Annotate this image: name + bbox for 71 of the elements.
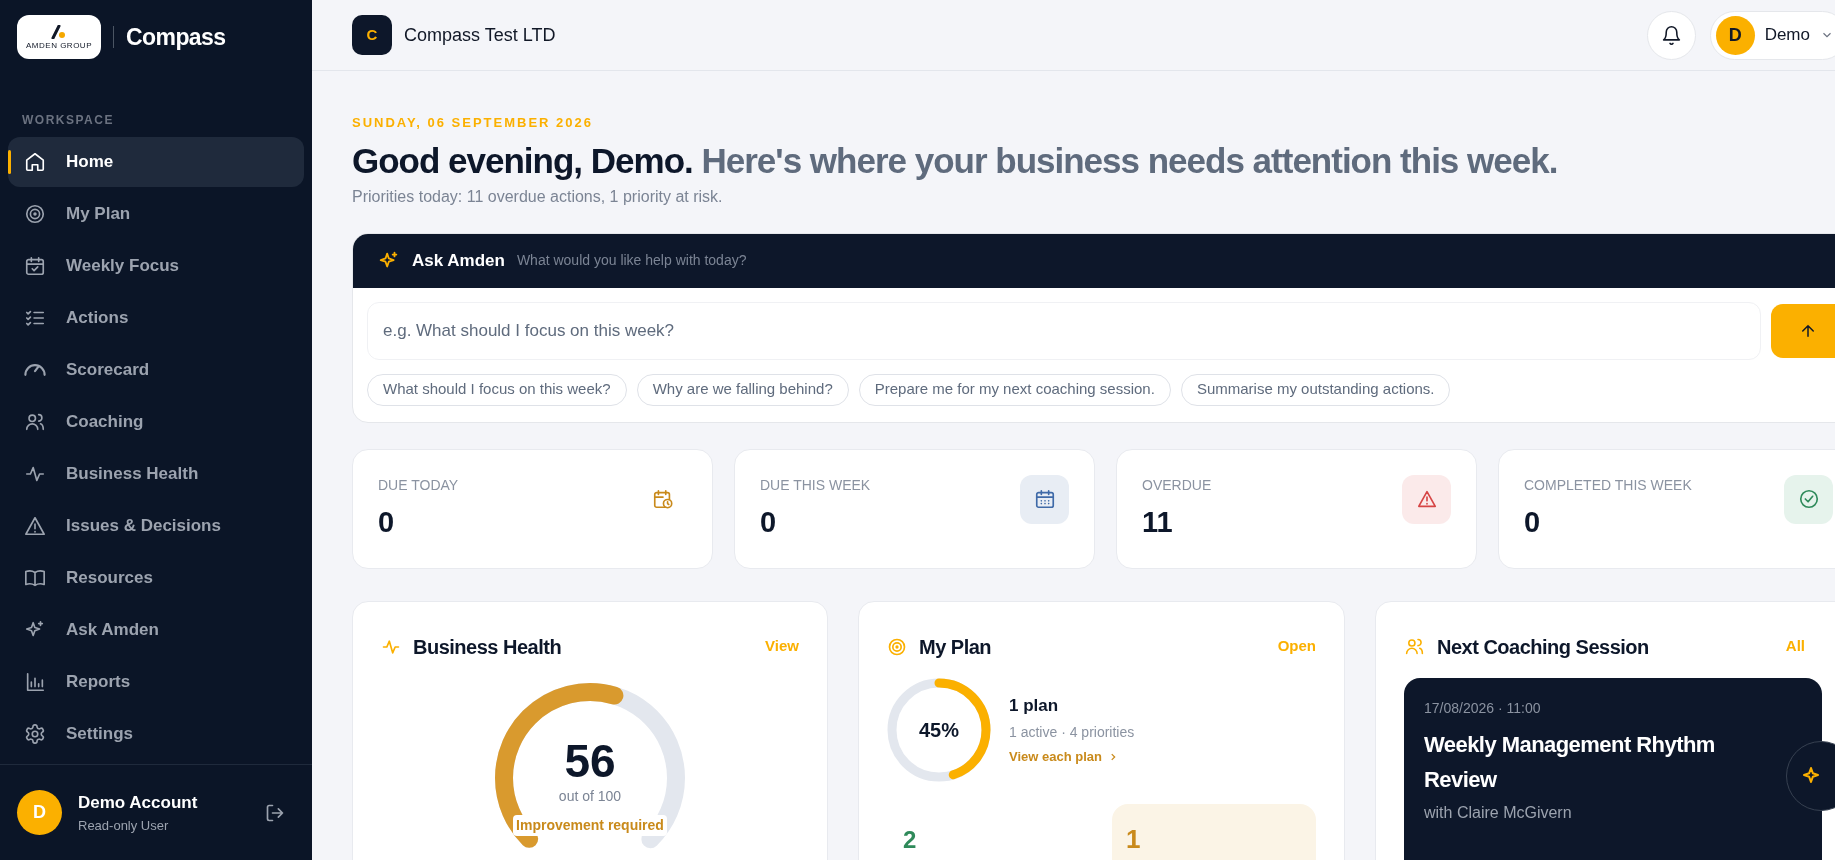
session-title: Weekly Management Rhythm Review: [1424, 730, 1716, 794]
nav-item[interactable]: Issues & Decisions: [8, 501, 304, 551]
stat-label: DUE TODAY: [378, 475, 459, 495]
card-title: Business Health: [413, 634, 562, 660]
user-name: Demo Account: [78, 792, 198, 814]
nav-item[interactable]: My Plan: [8, 189, 304, 239]
calendar-icon: [1033, 488, 1056, 510]
nav-item[interactable]: Scorecard: [8, 345, 304, 395]
score-caption: out of 100: [558, 786, 622, 806]
section-label: WORKSPACE: [21, 112, 115, 129]
nav-item[interactable]: Actions: [8, 293, 304, 343]
priorities-summary: Priorities today: 11 overdue actions, 1 priority at risk.: [352, 186, 724, 207]
users-icon: [1404, 636, 1425, 657]
home-icon: [24, 151, 46, 173]
book-icon: [24, 567, 46, 589]
bell-icon: [1660, 24, 1682, 46]
card-title: Next Coaching Session: [1437, 634, 1649, 660]
user-role: Read-only User: [78, 816, 170, 835]
session-card[interactable]: 17/08/2026 · 11:00 Weekly Management Rhythm Review with Claire McGivern: [1404, 677, 1822, 860]
calendar-clock-icon: [651, 488, 674, 510]
stat-value: 0: [760, 505, 778, 538]
plan-details: 1 active · 4 priorities: [1009, 723, 1135, 742]
gauge-icon: [24, 364, 46, 376]
stat-value: 0: [1524, 505, 1542, 538]
session-time: 17/08/2026 · 11:00: [1424, 698, 1542, 718]
check-circle-icon: [1797, 488, 1820, 510]
calendar-check-icon: [24, 255, 46, 277]
nav-item[interactable]: Settings: [8, 709, 304, 759]
target-icon: [24, 203, 46, 225]
metric-value: 2: [903, 825, 917, 853]
score-value: 56: [564, 735, 616, 786]
session-coach: with Claire McGivern: [1424, 802, 1573, 823]
user-name: Demo: [1764, 24, 1810, 47]
app-name: Compass: [126, 22, 226, 52]
logout-icon: [265, 802, 285, 823]
nav-item[interactable]: Reports: [8, 657, 304, 707]
user-avatar: D: [1715, 15, 1755, 55]
user-menu[interactable]: D Demo: [1709, 10, 1835, 60]
nav-item[interactable]: Home: [8, 137, 304, 187]
nav-item[interactable]: Ask Amden: [8, 605, 304, 655]
logo-text: AMDEN GROUP: [26, 41, 92, 50]
stat-value: 0: [378, 505, 396, 538]
nav-item[interactable]: Business Health: [8, 449, 304, 499]
metric-value: 1: [1126, 823, 1141, 854]
score-status: Improvement required: [513, 814, 667, 836]
nav-item[interactable]: Resources: [8, 553, 304, 603]
ask-input-field[interactable]: e.g. What should I focus on this week?: [367, 301, 1761, 360]
company-avatar: C: [352, 15, 392, 55]
plan-count: 1 plan: [1009, 694, 1060, 717]
users-icon: [24, 411, 46, 433]
company-name: Compass Test LTD: [404, 23, 556, 47]
date-label: SUNDAY, 06 SEPTEMBER 2026: [352, 114, 594, 132]
stat-value: 11: [1142, 505, 1174, 538]
stat-label: DUE THIS WEEK: [760, 475, 871, 495]
logo-mark-icon: [50, 24, 68, 39]
settings-icon: [24, 723, 46, 745]
ask-subtitle: What would you like help with today?: [516, 251, 747, 270]
warning-icon: [24, 515, 46, 537]
card-title: My Plan: [919, 634, 992, 660]
user-avatar: D: [17, 790, 62, 835]
nav-item[interactable]: Weekly Focus: [8, 241, 304, 291]
greeting-heading: Good evening, Demo. Here's where your business needs attention this week.: [352, 139, 1559, 182]
logout-button[interactable]: [265, 802, 285, 823]
stat-label: COMPLETED THIS WEEK: [1524, 475, 1692, 495]
warning-icon: [1415, 488, 1438, 510]
ask-title: Ask Amden: [412, 249, 505, 272]
target-icon: [887, 636, 907, 657]
nav-item[interactable]: Coaching: [8, 397, 304, 447]
bar-chart-icon: [24, 671, 46, 693]
progress-percent: 45%: [918, 717, 960, 743]
stat-label: OVERDUE: [1142, 475, 1212, 495]
